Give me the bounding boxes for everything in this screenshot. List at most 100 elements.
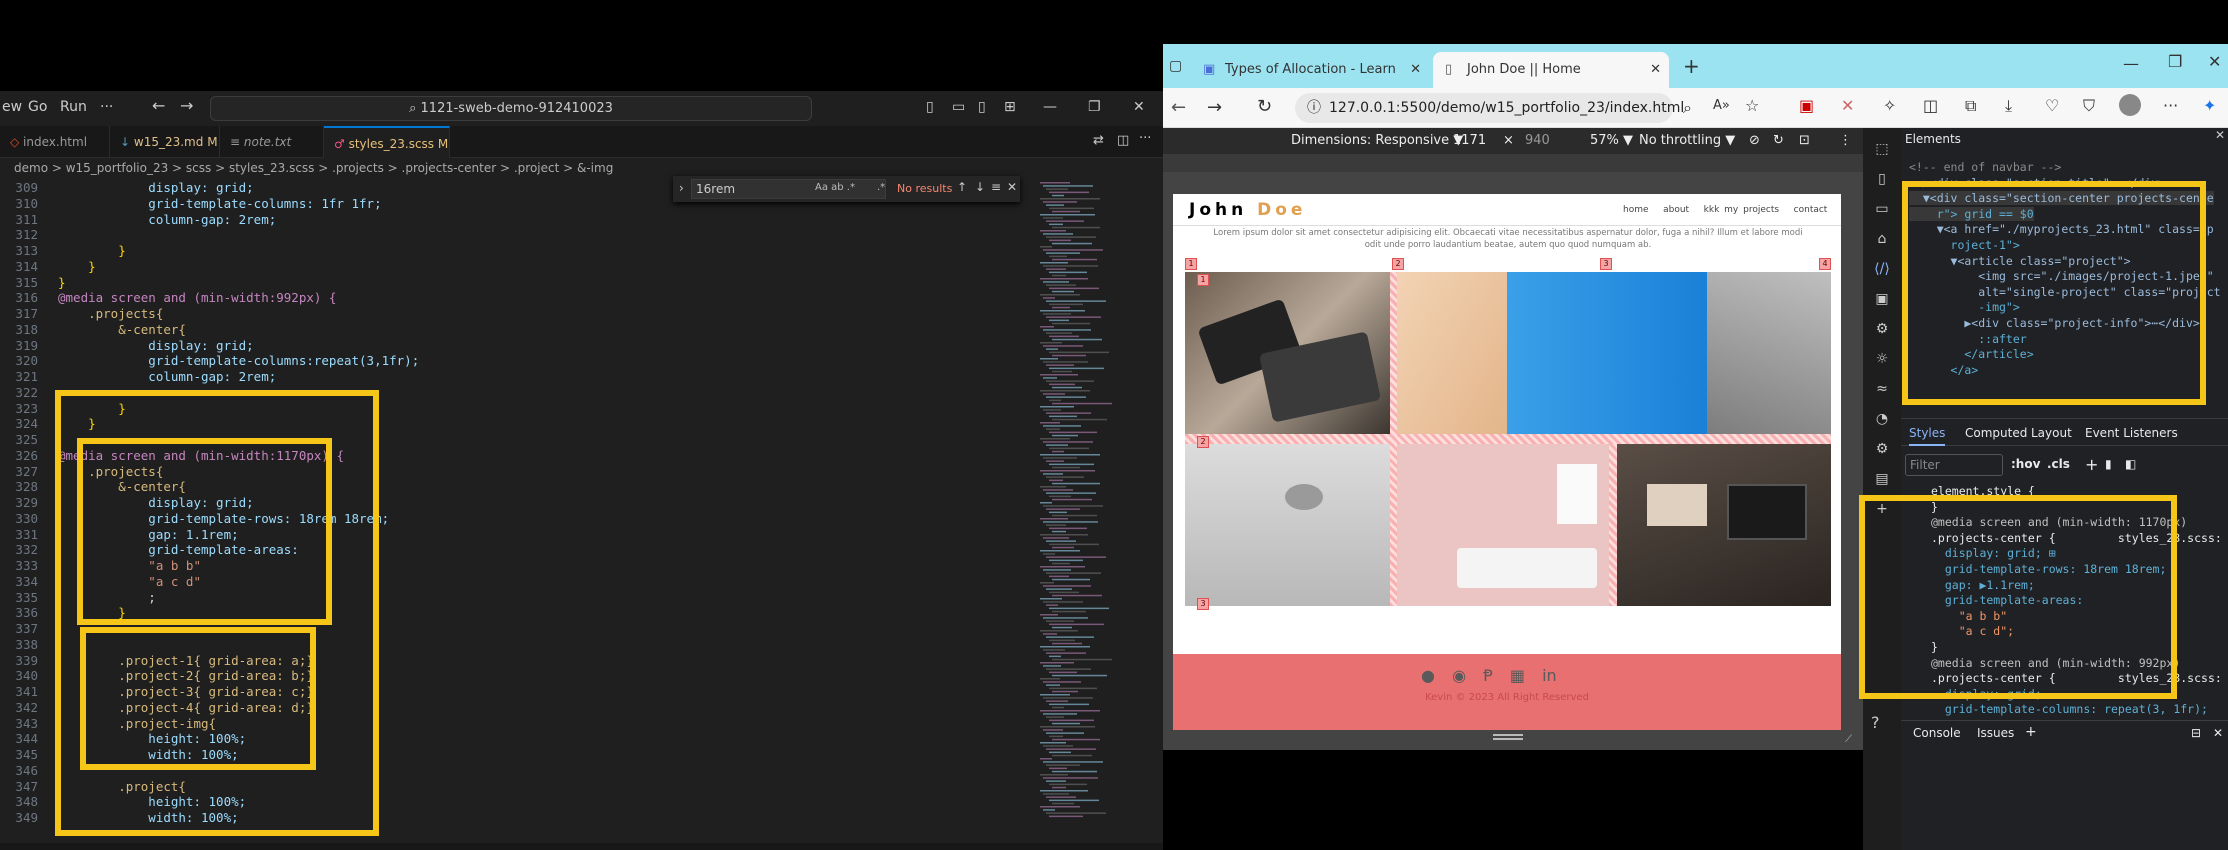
dom-node[interactable]: alt="single-project" class="project [1909,285,2220,299]
back-arrow-icon[interactable]: ← [1171,97,1186,118]
code-line[interactable]: grid-template-areas: [58,542,299,557]
tab-issues[interactable]: Issues [1977,726,2014,740]
tab-john-doe[interactable]: ▯ John Doe || Home ✕ [1433,52,1669,88]
css-line[interactable]: element.style { [1931,484,2035,498]
new-tab-icon[interactable]: + [1683,54,1700,78]
tab-actions-icon[interactable]: ▢ [1169,58,1182,74]
grid-icon[interactable]: ▦ [1510,666,1525,685]
dimensions-dropdown[interactable]: Dimensions: Responsive ▼ [1291,128,1463,154]
tab-layout[interactable]: Layout [2031,426,2072,440]
welcome-icon[interactable]: ▭ [1863,194,1901,224]
address-bar[interactable]: ⓘ 127.0.0.1:5500/demo/w15_portfolio_23/in… [1295,93,1684,123]
dom-node[interactable]: ▼<article class="project"> [1909,254,2131,268]
code-line[interactable]: grid-template-columns:repeat(3,1fr); [58,353,419,368]
tab-index-html[interactable]: ◇ index.html [0,126,110,158]
back-arrow-icon[interactable]: ← [152,96,165,115]
css-line[interactable]: grid-template-rows: 18rem 18rem; [1931,562,2167,576]
code-line[interactable]: height: 100%; [58,794,246,809]
resize-handle[interactable] [1493,734,1523,740]
code-line[interactable]: height: 100%; [58,731,246,746]
css-line[interactable]: @media screen and (min-width: 992px) [1931,656,2180,670]
extensions-puzzle-icon[interactable]: ✧ [1883,96,1896,115]
dom-node[interactable]: -img"> [1909,300,2020,314]
style-rules[interactable]: element.style {} @media screen and (min-w… [1901,480,2221,840]
hov-button[interactable]: :hov [2011,457,2040,471]
menu-run[interactable]: Run [60,99,87,115]
chevron-right-icon[interactable]: › [679,181,684,195]
tab-w15-md[interactable]: ↓ w15_23.md M [110,126,220,158]
code-line[interactable]: column-gap: 2rem; [58,212,276,227]
arrow-down-icon[interactable]: ↓ [975,180,985,194]
refresh-icon[interactable]: ↻ [1257,96,1272,117]
copilot-icon[interactable]: ✦ [2203,96,2216,115]
nav-about[interactable]: about [1663,205,1689,215]
close-window-icon[interactable]: ✕ [2208,52,2221,71]
dom-node[interactable]: ▼<a href="./myprojects_23.html" class="p [1909,222,2214,236]
tab-event-listeners[interactable]: Event Listeners [2085,426,2178,440]
css-line[interactable]: } [1931,500,1938,514]
code-line[interactable]: } [58,275,66,290]
code-line[interactable]: &-center{ [58,322,186,337]
inspect-icon[interactable]: ⬚ [1863,134,1901,164]
find-input[interactable]: 16rem [691,179,886,199]
tab-styles-scss[interactable]: ♂ styles_23.scss M ✕ [324,126,450,183]
css-line[interactable]: grid-template-columns: repeat(3, 1fr); [1931,702,2208,716]
nav-contact[interactable]: contact [1794,205,1828,215]
forward-arrow-icon[interactable]: → [180,96,193,115]
menu-more[interactable]: ··· [100,99,113,115]
dom-node[interactable]: ▼<div class="section-center projects-cen… [1909,191,2214,206]
code-line[interactable]: } [58,243,126,258]
help-icon[interactable]: ? [1871,713,1880,732]
tab-note-txt[interactable]: ≡ note.txt [220,126,324,158]
code-line[interactable]: @media screen and (min-width:992px) { [58,290,336,305]
extension-icon[interactable]: ✕ [1841,96,1854,115]
settings-icon[interactable]: ⚙ [1863,434,1901,464]
code-line[interactable]: .projects{ [58,306,163,321]
close-window-icon[interactable]: ✕ [1133,99,1145,115]
tab-styles[interactable]: Styles [1909,426,1946,446]
css-line[interactable]: .projects-center { styles_23.scss:18 [1931,671,2221,685]
zoom-icon[interactable]: ⌕ [1683,98,1692,118]
extension-icon[interactable]: ▣ [1799,96,1814,115]
project-4-image[interactable] [1397,444,1609,606]
close-devtools-icon[interactable]: ✕ [2215,128,2225,142]
project-2-image[interactable] [1397,272,1831,434]
code-line[interactable]: } [58,401,126,416]
project-1-image[interactable] [1185,272,1390,434]
console-icon[interactable]: ▣ [1863,284,1901,314]
nav-projects[interactable]: kkk my projects [1704,205,1779,215]
restore-icon[interactable]: ❐ [2168,52,2182,71]
code-editor[interactable]: 309 display: grid; 310 grid-template-colu… [0,178,1163,843]
selection-icon[interactable]: ≡ [991,180,1001,194]
layout-icon[interactable]: ⊞ [1004,99,1016,115]
css-line[interactable]: @media screen and (min-width: 1170px) [1931,515,2187,529]
code-line[interactable]: "a c d" [58,574,201,589]
cls-button[interactable]: .cls [2047,457,2070,471]
css-line[interactable]: gap: ▶1.1rem; [1931,578,2035,592]
code-line[interactable]: } [58,259,96,274]
sources-icon[interactable]: ⚙ [1863,314,1901,344]
rotate-icon[interactable]: ↻ [1773,128,1784,154]
dom-node[interactable]: </a> [1909,363,1979,377]
code-line[interactable]: grid-template-rows: 18rem 18rem; [58,511,389,526]
tab-learn-cpp[interactable]: ▣Types of Allocation - Learn C++ -✕ [1191,52,1427,113]
code-line[interactable]: } [58,605,126,620]
add-tool-icon[interactable]: + [1863,494,1901,524]
discord-icon[interactable]: ◉ [1452,666,1466,685]
add-rule-button[interactable]: + [2085,455,2098,474]
more-actions-icon[interactable]: ··· [1139,131,1151,146]
height-input[interactable]: 940 [1525,128,1550,154]
computed-sidebar-icon[interactable]: ◧ [2125,457,2136,471]
dom-node[interactable]: <img src="./images/project-1.jpeg" [1909,269,2213,283]
dom-node[interactable]: r"> grid == $0 [1909,206,2034,221]
corner-resize-icon[interactable]: ⟋ [1845,734,1852,745]
width-input[interactable]: 1171 [1453,128,1486,154]
zoom-dropdown[interactable]: 57% ▼ [1590,128,1633,154]
code-line[interactable]: gap: 1.1rem; [58,527,238,542]
compare-icon[interactable]: ⇄ [1093,133,1104,148]
throttle-dropdown[interactable]: No throttling ▼ [1639,128,1735,154]
split-editor-icon[interactable]: ◫ [1117,133,1129,148]
downloads-icon[interactable]: ⤓ [2005,96,2012,116]
css-line[interactable]: display: grid; ⊞ [1931,546,2056,560]
application-icon[interactable]: ▤ [1863,464,1901,494]
